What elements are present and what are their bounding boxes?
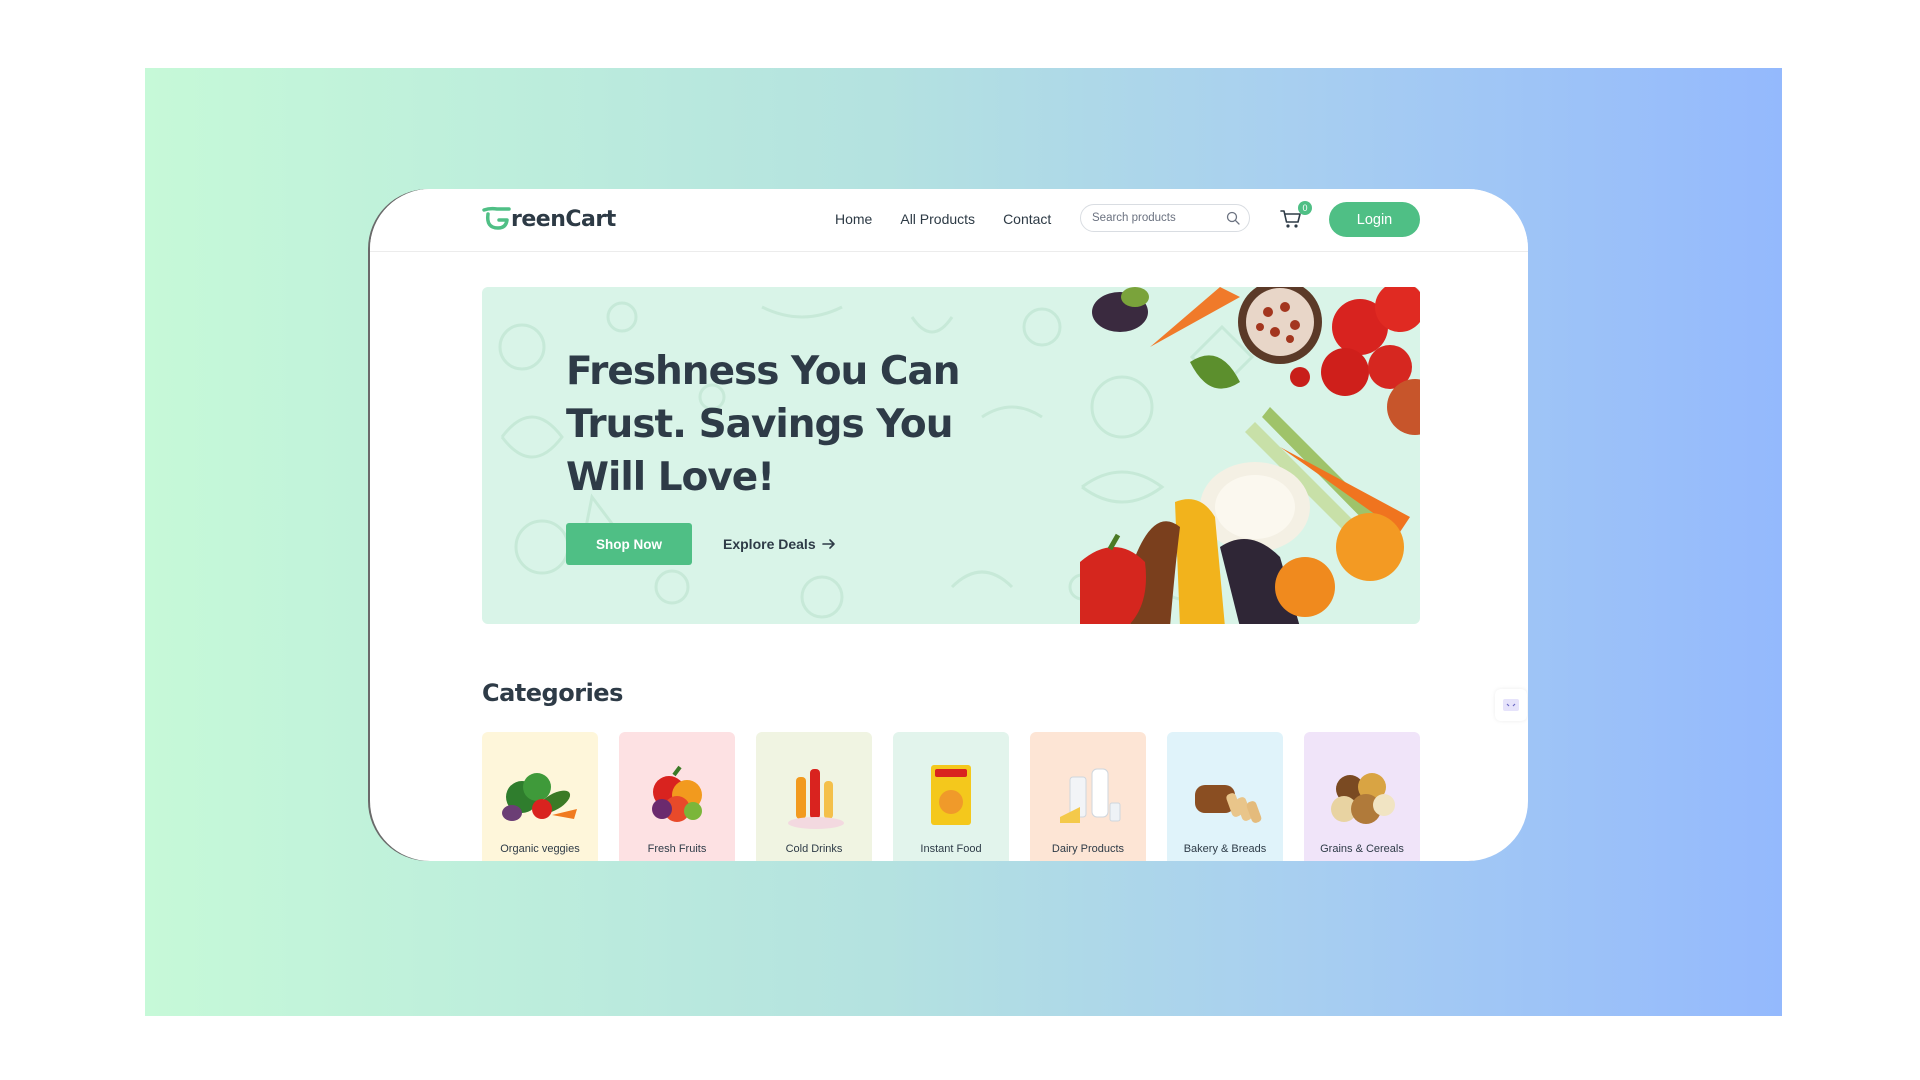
category-label: Dairy Products (1051, 843, 1125, 855)
category-card-dairy-products[interactable]: Dairy Products (1030, 732, 1146, 861)
logo-g-icon (482, 206, 511, 230)
drinks-image (788, 769, 844, 829)
category-label: Cold Drinks (785, 843, 843, 855)
category-label: Bakery & Breads (1183, 843, 1267, 855)
nav-home[interactable]: Home (835, 211, 872, 227)
instant-food-image (931, 765, 971, 825)
category-label: Organic veggies (500, 843, 580, 855)
search-input[interactable] (1092, 212, 1222, 224)
nav-links: Home All Products Contact (835, 211, 1051, 227)
grains-image (1331, 773, 1395, 824)
browser-window: reenCart Home All Products Contact 0 Log… (370, 189, 1528, 861)
category-label: Fresh Fruits (647, 843, 707, 855)
fruits-image (652, 765, 702, 822)
navbar: reenCart Home All Products Contact 0 Log… (370, 189, 1528, 252)
hero-banner: Freshness You Can Trust. Savings You Wil… (482, 287, 1420, 624)
category-label: Instant Food (920, 843, 982, 855)
explore-deals-label: Explore Deals (723, 536, 816, 552)
category-card-cold-drinks[interactable]: Cold Drinks (756, 732, 872, 861)
vegetables-image (1080, 287, 1420, 624)
logo-text: reenCart (511, 206, 616, 232)
search-icon[interactable] (1226, 211, 1240, 225)
widget-icon (1503, 699, 1519, 711)
categories-heading: Categories (482, 679, 623, 707)
category-card-grains-cereals[interactable]: Grains & Cereals (1304, 732, 1420, 861)
category-card-organic-veggies[interactable]: Organic veggies (482, 732, 598, 861)
search-bar (1080, 204, 1250, 232)
category-card-bakery-breads[interactable]: Bakery & Breads (1167, 732, 1283, 861)
shop-now-button[interactable]: Shop Now (566, 523, 692, 565)
login-button[interactable]: Login (1329, 202, 1420, 237)
category-label: Grains & Cereals (1320, 843, 1404, 855)
explore-deals-link[interactable]: Explore Deals (723, 536, 836, 552)
category-card-instant-food[interactable]: Instant Food (893, 732, 1009, 861)
arrow-right-icon (821, 539, 835, 549)
cart-count-badge: 0 (1298, 201, 1312, 215)
cart-button[interactable]: 0 (1279, 201, 1312, 231)
bakery-image (1195, 785, 1262, 823)
nav-contact[interactable]: Contact (1003, 211, 1051, 227)
floating-widget[interactable] (1495, 689, 1527, 721)
logo[interactable]: reenCart (482, 203, 616, 235)
category-card-fresh-fruits[interactable]: Fresh Fruits (619, 732, 735, 861)
nav-all-products[interactable]: All Products (900, 211, 975, 227)
veggies-image (502, 773, 577, 821)
dairy-image (1060, 768, 1121, 823)
categories-list: Organic veggies Fresh Fruits Cold Drinks (482, 732, 1420, 861)
hero-title: Freshness You Can Trust. Savings You Wil… (566, 349, 961, 500)
